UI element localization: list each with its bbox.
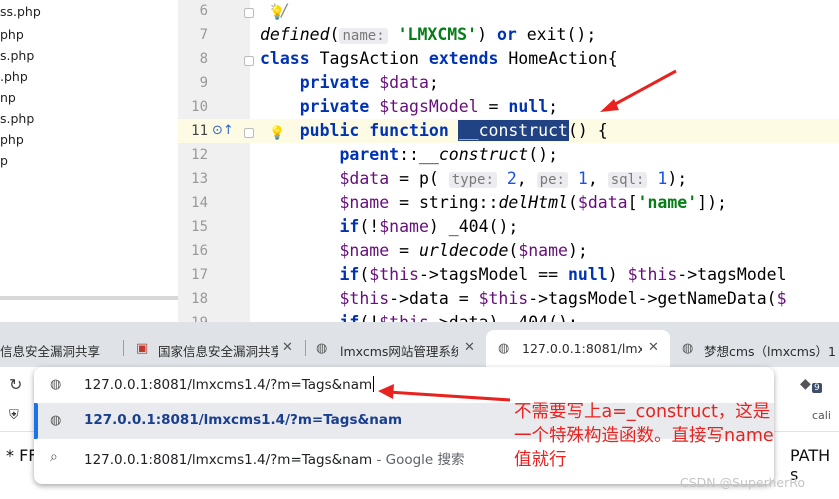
annotation-note: 不需要写上a=_construct，这是 一个特殊构造函数。直接写name 值就…: [514, 400, 834, 472]
watermark: CSDN @SuperherRo: [680, 475, 806, 490]
arrow-to-address: [378, 384, 511, 402]
annotation-line: 值就行: [514, 450, 567, 470]
arrow-to-construct: [600, 69, 677, 112]
annotation-line: 一个特殊构造函数。直接写name: [514, 426, 774, 446]
annotation-line: 不需要写上a=_construct，这是: [514, 402, 771, 422]
